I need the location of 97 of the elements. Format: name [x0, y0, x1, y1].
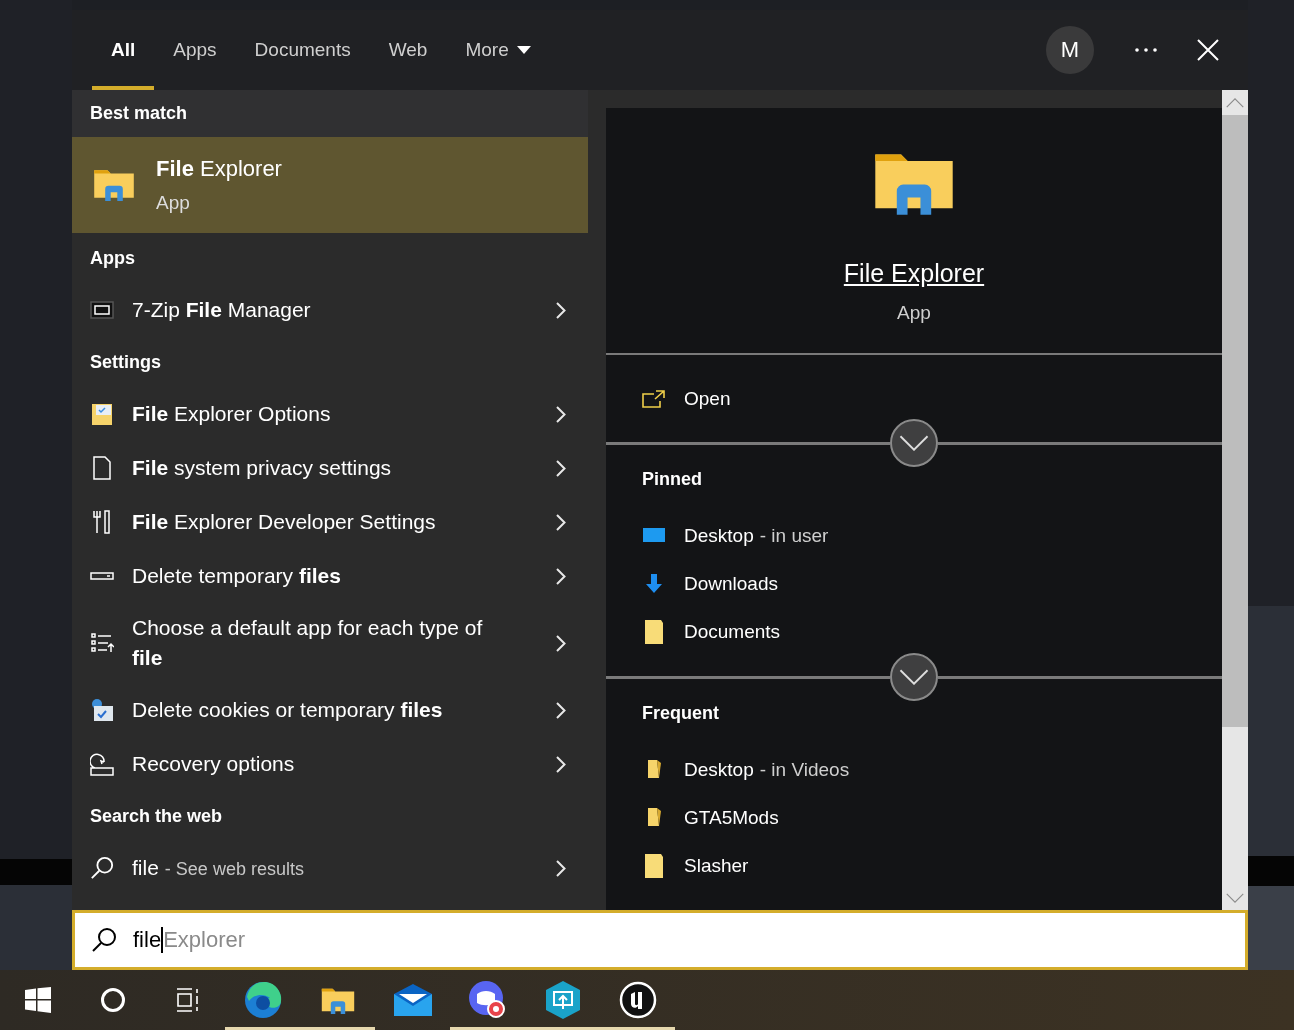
windows-logo-icon	[24, 987, 51, 1013]
archive-app-icon	[90, 298, 114, 322]
chevron-right-icon	[556, 634, 566, 652]
folder-name: Downloads	[684, 573, 778, 595]
group-heading: Frequent	[642, 703, 720, 724]
list-icon	[90, 631, 114, 655]
section-heading: Apps	[89, 246, 136, 270]
result-item[interactable]: File system privacy settings	[72, 441, 588, 495]
expand-button[interactable]	[890, 653, 938, 702]
result-label: File system privacy settings	[132, 455, 393, 481]
result-item[interactable]: Recovery options	[72, 737, 588, 791]
result-item[interactable]: 7-Zip File Manager	[72, 283, 588, 337]
chevron-right-icon	[556, 567, 566, 585]
section-heading: Search the web	[89, 804, 224, 828]
folder-item[interactable]: Desktop - in Videos	[642, 746, 1222, 794]
folder-icon	[645, 759, 663, 781]
filter-tab[interactable]: Documents	[235, 10, 370, 90]
filter-tab[interactable]: Apps	[154, 10, 236, 90]
folder-name: Documents	[684, 621, 781, 643]
app-title-link[interactable]: File Explorer	[843, 258, 985, 288]
documents-folder-icon	[643, 619, 665, 645]
result-label: 7-Zip File Manager	[132, 297, 312, 323]
search-icon	[91, 927, 117, 953]
result-label: Delete temporary files	[132, 563, 342, 589]
folder-icon	[92, 167, 136, 203]
section-heading: Best match	[72, 90, 588, 137]
download-arrow-icon	[643, 574, 665, 594]
chevron-right-icon	[556, 301, 566, 319]
chevron-right-icon	[556, 859, 566, 877]
result-label: Delete cookies or temporary files	[132, 697, 444, 723]
chevron-right-icon	[556, 701, 566, 719]
folder-location: - in Videos	[759, 759, 850, 781]
chevron-up-icon	[1226, 97, 1244, 108]
folder-name: GTA5Mods	[684, 807, 779, 829]
result-item[interactable]: Choose a default app for each type of file	[72, 603, 588, 683]
result-item[interactable]: File Explorer Developer Settings	[72, 495, 588, 549]
browser-icon	[243, 981, 282, 1019]
folder-name: Desktop	[684, 759, 754, 781]
result-label: File Explorer Options	[132, 401, 332, 427]
search-query: file	[132, 856, 159, 880]
circle-icon	[99, 987, 126, 1013]
folder-item[interactable]: Downloads	[642, 560, 1222, 608]
result-label: File Explorer Developer Settings	[132, 509, 437, 535]
best-match-item[interactable]: File Explorer App	[72, 137, 588, 233]
folder-item[interactable]: Desktop - in user	[642, 512, 1222, 560]
search-text: file	[133, 927, 164, 953]
expand-button[interactable]	[890, 419, 938, 468]
result-item[interactable]: file - See web results	[72, 841, 588, 895]
result-item[interactable]: Delete temporary files	[72, 549, 588, 603]
chevron-right-icon	[556, 513, 566, 531]
chat-app-icon	[467, 980, 508, 1020]
chevron-right-icon	[556, 405, 566, 423]
scroll-thumb[interactable]	[1222, 115, 1248, 727]
remote-desktop-icon	[545, 981, 580, 1019]
web-results-hint: - See web results	[164, 859, 304, 880]
section-heading: Settings	[89, 350, 162, 374]
folder-name: Slasher	[684, 855, 749, 877]
result-label: Choose a default app for each type of file	[132, 615, 484, 671]
folder-item[interactable]: Slasher	[642, 842, 1222, 890]
app-type: App	[897, 301, 931, 324]
result-item[interactable]: File Explorer Options	[72, 387, 588, 441]
launch-icon	[642, 389, 666, 408]
folder-name: Desktop	[684, 525, 754, 547]
documents-folder-icon	[643, 853, 665, 879]
open-action[interactable]: Open	[642, 387, 1222, 410]
result-label: Recovery options	[132, 751, 296, 777]
caret-icon	[516, 46, 531, 54]
settings-window-icon	[90, 402, 114, 426]
document-icon	[90, 456, 114, 480]
chevron-down-icon	[899, 435, 929, 452]
folder-icon	[645, 807, 663, 829]
search-icon	[90, 855, 114, 881]
close-icon	[1197, 39, 1219, 61]
result-title: File Explorer	[156, 156, 282, 182]
account-avatar[interactable]: M	[1046, 26, 1094, 74]
folder-item[interactable]: GTA5Mods	[642, 794, 1222, 842]
mail-icon	[393, 984, 432, 1016]
result-type: App	[156, 192, 191, 214]
more-icon	[1135, 48, 1157, 52]
autocomplete-suggestion: Explorer	[163, 927, 246, 953]
folder-item[interactable]: Documents	[642, 608, 1222, 656]
scrollbar[interactable]	[1222, 90, 1248, 910]
game-engine-icon	[618, 981, 657, 1019]
chevron-down-icon	[1226, 892, 1244, 903]
group-heading: Pinned	[642, 469, 703, 490]
chevron-right-icon	[556, 459, 566, 477]
chevron-right-icon	[556, 755, 566, 773]
result-item[interactable]: Delete cookies or temporary files	[72, 683, 588, 737]
folder-location: - in user	[759, 525, 829, 547]
desktop-icon	[643, 528, 665, 544]
task-view-icon	[174, 987, 201, 1013]
chevron-down-icon	[899, 669, 929, 686]
filter-tab[interactable]: More	[446, 10, 550, 90]
globe-check-icon	[90, 698, 114, 722]
filter-tab[interactable]: Web	[369, 10, 447, 90]
recovery-icon	[90, 752, 114, 776]
search-field[interactable]: fileExplorer	[72, 910, 1248, 970]
